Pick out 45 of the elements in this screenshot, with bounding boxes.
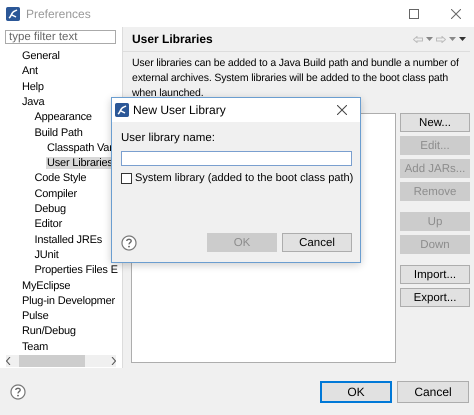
horizontal-scrollbar[interactable]: [6, 355, 116, 367]
tree-item[interactable]: Compiler: [34, 188, 78, 200]
app-logo-icon: [115, 103, 129, 117]
footer-button[interactable]: Cancel: [397, 380, 469, 402]
tree-item[interactable]: User Libraries: [46, 157, 114, 170]
app-logo-icon: [6, 6, 20, 20]
side-button[interactable]: Import...: [400, 265, 470, 284]
tree-item[interactable]: Appearance: [34, 111, 93, 124]
tree-item[interactable]: JUnit: [34, 248, 60, 261]
tree-item[interactable]: Plug-in Developmer: [21, 294, 116, 307]
field-label: User library name:: [121, 132, 216, 144]
page-description: User libraries can be added to a Java Build path and bundle a number of external archives. System libraries will be added to the boot class path when launched.: [132, 56, 460, 101]
page-title: User Libraries: [132, 32, 214, 46]
tree-item[interactable]: Team: [21, 340, 50, 353]
tree-item[interactable]: Installed JREs: [34, 234, 104, 246]
checkbox-label: System library (added to the boot class path): [135, 172, 354, 184]
checkbox[interactable]: [121, 172, 132, 184]
dialog-title: New User Library: [133, 103, 227, 117]
scroll-left-icon[interactable]: [6, 357, 11, 365]
tree-item[interactable]: Ant: [21, 65, 39, 78]
maximize-icon[interactable]: [409, 8, 419, 18]
close-icon[interactable]: [337, 105, 347, 115]
tree-item[interactable]: MyEclipse: [21, 280, 72, 292]
tree-item[interactable]: Classpath Var: [46, 142, 114, 154]
side-button[interactable]: New...: [400, 113, 470, 132]
tree-item[interactable]: Editor: [34, 218, 64, 230]
side-button[interactable]: Export...: [400, 288, 470, 307]
tree-item[interactable]: Help: [21, 80, 45, 93]
tree-item[interactable]: General: [21, 50, 61, 62]
tree-item[interactable]: Build Path: [34, 126, 84, 139]
tree-item[interactable]: Code Style: [34, 172, 88, 184]
tree-item[interactable]: Debug: [34, 203, 67, 216]
help-icon[interactable]: [121, 234, 137, 250]
filter-field[interactable]: type filter text: [5, 30, 116, 44]
tree-item[interactable]: Java: [21, 96, 46, 108]
window-title: Preferences: [26, 6, 92, 20]
help-icon[interactable]: [10, 384, 26, 400]
footer-button[interactable]: OK: [320, 380, 392, 402]
close-icon[interactable]: [451, 8, 461, 18]
tree-item[interactable]: Properties Files E: [34, 264, 119, 276]
tree-item[interactable]: Pulse: [21, 310, 50, 322]
tree-item[interactable]: Run/Debug: [21, 325, 77, 338]
scroll-right-icon[interactable]: [111, 357, 116, 365]
dialog-button[interactable]: Cancel: [282, 233, 352, 252]
library-name-field[interactable]: [121, 151, 352, 166]
